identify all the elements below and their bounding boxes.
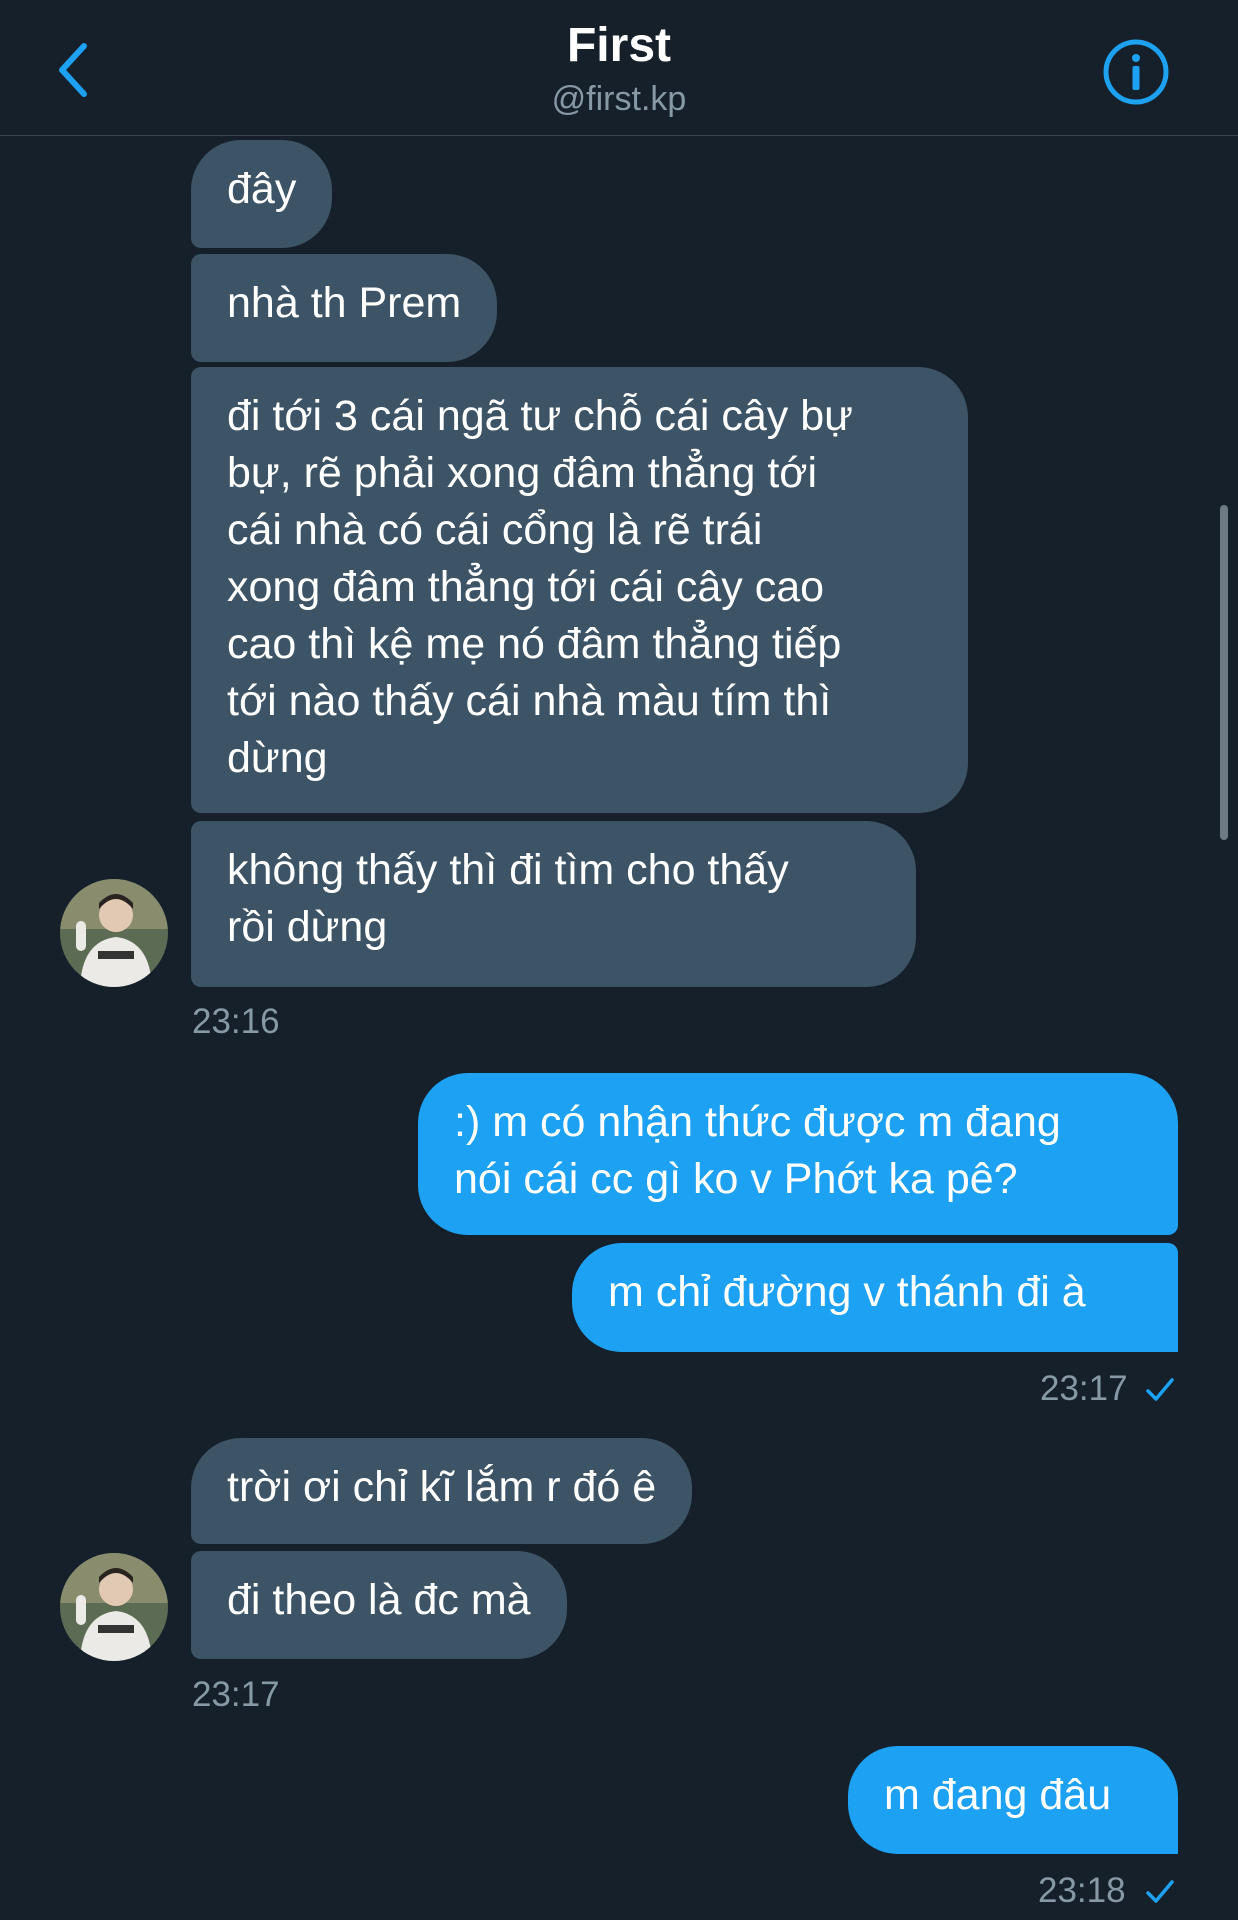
message-timestamp: 23:16 (192, 1002, 280, 1041)
incoming-message[interactable]: nhà th Prem (191, 254, 498, 362)
outgoing-message[interactable]: m đang đâu (848, 1746, 1178, 1854)
scrollbar[interactable] (1220, 505, 1228, 840)
contact-handle: @first.kp (551, 80, 687, 118)
message-timestamp: 23:17 (1040, 1369, 1128, 1408)
incoming-message[interactable]: đi tới 3 cái ngã tư chỗ cái cây bự bự, r… (191, 367, 968, 813)
incoming-message[interactable]: đi theo là đc mà (191, 1551, 567, 1659)
message-timestamp: 23:17 (192, 1675, 280, 1714)
outgoing-message[interactable]: m chỉ đường v thánh đi à (572, 1243, 1178, 1352)
contact-name[interactable]: First (0, 18, 1238, 73)
checkmark-icon (1146, 1378, 1174, 1401)
contact-avatar[interactable] (60, 1553, 168, 1661)
outgoing-message[interactable]: :) m có nhận thức được m đang nói cái cc… (418, 1073, 1178, 1235)
conversation-header: First @first.kp (0, 0, 1238, 136)
conversation-info-button[interactable] (1100, 36, 1172, 108)
incoming-message[interactable]: không thấy thì đi tìm cho thấy rồi dừng (191, 821, 916, 987)
message-timestamp: 23:18 (1038, 1871, 1126, 1910)
incoming-message[interactable]: đây (191, 140, 333, 248)
checkmark-icon (1146, 1880, 1174, 1903)
contact-avatar[interactable] (60, 879, 168, 987)
info-circle-icon (1103, 39, 1169, 105)
incoming-message[interactable]: trời ơi chỉ kĩ lắm r đó ê (191, 1438, 693, 1544)
